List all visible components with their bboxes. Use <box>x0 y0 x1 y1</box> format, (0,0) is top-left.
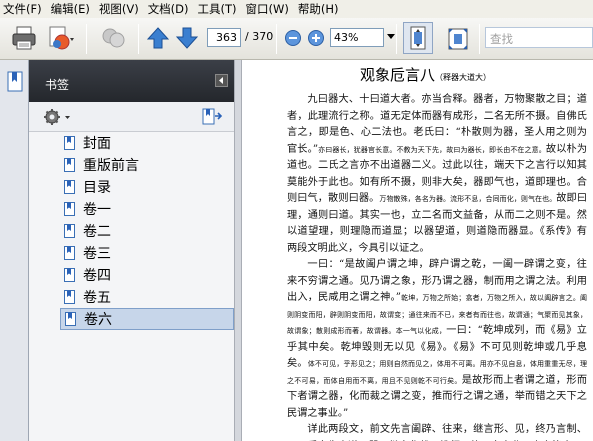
menu-edit[interactable]: 编辑(E) <box>48 0 96 18</box>
panel-splitter[interactable] <box>234 60 242 441</box>
menu-tools[interactable]: 工具(T) <box>195 0 243 18</box>
bookmark-icon <box>64 290 75 304</box>
bookmark-item-selected[interactable]: 卷六 <box>60 308 234 330</box>
paragraph-note: 亦曰器长，犹器官长意。不教为天下先，故曰为器长，即长由不在之意。 <box>318 145 546 154</box>
document-title: 观象卮言八（释器大道大） <box>360 64 491 85</box>
menu-view[interactable]: 视图(V) <box>96 0 145 18</box>
bookmark-item[interactable]: 卷二 <box>60 220 234 242</box>
bookmark-label: 重版前言 <box>83 158 139 174</box>
bookmark-icon <box>64 158 75 172</box>
toolbar: 363 / 370 43% 查找 <box>0 18 593 60</box>
previous-page-icon[interactable] <box>147 26 169 50</box>
bookmark-icon <box>64 224 75 238</box>
panel-collapse-button[interactable] <box>215 74 228 87</box>
print-icon[interactable] <box>10 24 38 52</box>
bookmark-icon <box>64 202 75 216</box>
paragraph: 九曰器大、十曰道大者。亦当合释。器者，万物聚散之目；道者，此理流行之称。道无定体… <box>287 92 587 257</box>
bookmark-label: 卷一 <box>83 202 111 218</box>
bookmark-label: 目录 <box>83 180 111 196</box>
document-view[interactable]: 观象卮言八（释器大道大） 九曰器大、十曰道大者。亦当合释。器者，万物聚散之目；道… <box>242 60 593 441</box>
menu-help[interactable]: 帮助(H) <box>295 0 345 18</box>
panel-tools <box>29 102 234 132</box>
fit-page-button[interactable] <box>403 22 433 54</box>
bookmark-item[interactable]: 重版前言 <box>60 154 234 176</box>
document-title-text: 观象卮言八 <box>360 66 436 84</box>
bookmark-icon <box>64 246 75 260</box>
menu-document[interactable]: 文档(D) <box>145 0 195 18</box>
bookmark-icon <box>64 268 75 282</box>
zoom-dropdown-icon[interactable] <box>387 34 395 39</box>
paragraph-text: 详此两段文，前文先言阖辟、往来，继言形、见，终乃言制、用。后文先出道、器，继言化… <box>287 424 587 441</box>
toolbar-separator <box>479 24 480 54</box>
toolbar-separator <box>86 24 87 54</box>
bookmark-item[interactable]: 卷五 <box>60 286 234 308</box>
document-subtitle: （释器大道大） <box>435 73 492 82</box>
document-body: 九曰器大、十曰道大者。亦当合释。器者，万物聚散之目；道者，此理流行之称。道无定体… <box>287 92 587 441</box>
bookmark-label: 封面 <box>83 136 111 152</box>
bookmark-icon <box>65 312 76 326</box>
zoom-in-icon[interactable] <box>307 29 325 47</box>
menu-window[interactable]: 窗口(W) <box>243 0 295 18</box>
paragraph-note: 万物散殊，各名为器。流形不息，合同而化，则气在也。 <box>379 195 557 203</box>
bookmark-item[interactable]: 卷一 <box>60 198 234 220</box>
toolbar-separator <box>396 24 397 54</box>
paragraph: 一曰：“是故阖户谓之坤，辟户谓之乾，一阖一辟谓之变，往来不穷谓之通。见乃谓之象，… <box>287 257 587 422</box>
create-pdf-icon[interactable] <box>46 24 76 52</box>
bookmark-icon <box>64 180 75 194</box>
panel-title: 书签 <box>45 78 70 92</box>
bookmarks-tab-icon[interactable] <box>5 70 25 94</box>
menu-bar: 文件(F) 编辑(E) 视图(V) 文档(D) 工具(T) 窗口(W) 帮助(H… <box>0 0 593 18</box>
collaborate-icon[interactable] <box>99 24 129 52</box>
bookmark-item[interactable]: 目录 <box>60 176 234 198</box>
bookmark-item[interactable]: 卷四 <box>60 264 234 286</box>
bookmark-label: 卷二 <box>83 224 111 240</box>
zoom-out-icon[interactable] <box>284 29 302 47</box>
fit-page-icon <box>410 26 426 50</box>
zoom-level-input[interactable]: 43% <box>330 28 384 47</box>
page-total: / 370 <box>245 30 274 43</box>
bookmark-item[interactable]: 封面 <box>60 132 234 154</box>
bookmarks-panel: 书签 封面 重版前言 目录 卷一 卷二 卷三 卷四 卷五 卷六 <box>29 60 234 441</box>
bookmark-label: 卷六 <box>84 312 112 328</box>
bookmark-icon <box>64 136 75 150</box>
next-page-icon[interactable] <box>176 26 198 50</box>
options-gear-icon[interactable] <box>43 108 73 126</box>
paragraph: 详此两段文，前文先言阖辟、往来，继言形、见，终乃言制、用。后文先出道、器，继言化… <box>287 422 587 441</box>
panel-header: 书签 <box>29 60 234 102</box>
page-number-input[interactable]: 363 <box>207 28 241 47</box>
navigation-tab-strip <box>0 60 29 441</box>
search-input[interactable]: 查找 <box>485 27 593 48</box>
bookmark-list: 封面 重版前言 目录 卷一 卷二 卷三 卷四 卷五 卷六 <box>60 132 234 330</box>
toolbar-separator <box>138 24 139 54</box>
bookmark-label: 卷五 <box>83 290 111 306</box>
expand-bookmark-icon[interactable] <box>201 107 223 127</box>
bookmark-label: 卷四 <box>83 268 111 284</box>
menu-file[interactable]: 文件(F) <box>0 0 48 18</box>
bookmark-item[interactable]: 卷三 <box>60 242 234 264</box>
toolbar-separator <box>276 24 277 54</box>
bookmark-label: 卷三 <box>83 246 111 262</box>
full-screen-icon[interactable] <box>443 24 473 54</box>
collapse-arrow-icon <box>219 77 223 84</box>
